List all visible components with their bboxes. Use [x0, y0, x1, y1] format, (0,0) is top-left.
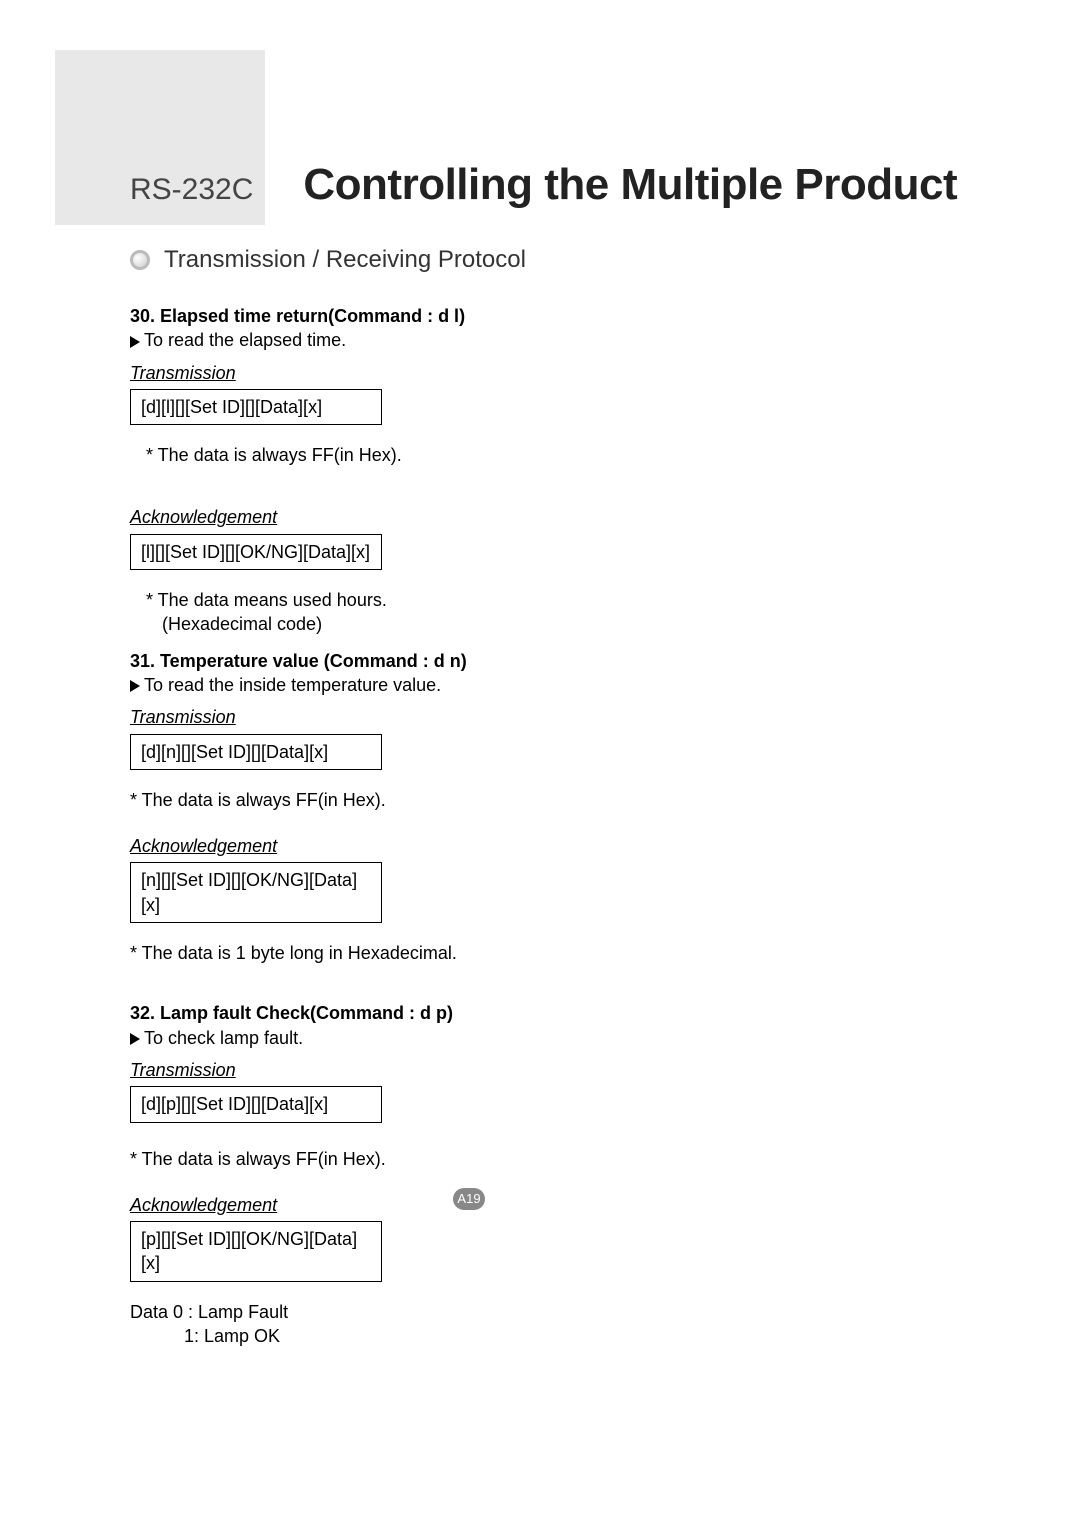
content-area: 30. Elapsed time return(Command : d l) T…	[130, 298, 950, 1348]
transmission-box: [d][n][][Set ID][][Data][x]	[130, 734, 382, 770]
command-title: 32. Lamp fault Check(Command : d p)	[130, 1001, 950, 1025]
arrow-icon	[130, 1033, 140, 1045]
tx-note: * The data is always FF(in Hex).	[146, 443, 950, 467]
page-header: RS-232C Controlling the Multiple Product	[130, 160, 957, 210]
tx-note: * The data is always FF(in Hex).	[130, 1147, 950, 1171]
ack-box: [n][][Set ID][][OK/NG][Data][x]	[130, 862, 382, 923]
ack-note: * The data is 1 byte long in Hexadecimal…	[130, 941, 950, 965]
ack-data-line2: 1: Lamp OK	[184, 1324, 950, 1348]
transmission-label: Transmission	[130, 705, 950, 729]
arrow-icon	[130, 336, 140, 348]
ack-label: Acknowledgement	[130, 505, 950, 529]
transmission-label: Transmission	[130, 1058, 950, 1082]
command-desc-text: To read the elapsed time.	[144, 330, 346, 350]
command-title: 31. Temperature value (Command : d n)	[130, 649, 950, 673]
ack-note: * The data means used hours.	[146, 588, 950, 612]
header-prefix: RS-232C	[130, 173, 253, 207]
ack-label: Acknowledgement	[130, 834, 950, 858]
command-desc: To read the inside temperature value.	[130, 673, 950, 697]
section-title: Transmission / Receiving Protocol	[164, 246, 526, 274]
header-title: Controlling the Multiple Product	[303, 160, 957, 210]
bullet-icon	[130, 250, 150, 270]
ack-box: [l][][Set ID][][OK/NG][Data][x]	[130, 534, 382, 570]
ack-box: [p][][Set ID][][OK/NG][Data][x]	[130, 1221, 382, 1282]
tx-note: * The data is always FF(in Hex).	[130, 788, 950, 812]
command-desc-text: To read the inside temperature value.	[144, 675, 441, 695]
ack-label: Acknowledgement	[130, 1193, 950, 1217]
transmission-box: [d][l][][Set ID][][Data][x]	[130, 389, 382, 425]
page-number: A19	[453, 1188, 485, 1210]
command-desc-text: To check lamp fault.	[144, 1028, 303, 1048]
ack-data: Data 0 : Lamp Fault	[130, 1300, 950, 1324]
arrow-icon	[130, 680, 140, 692]
command-desc: To read the elapsed time.	[130, 328, 950, 352]
ack-note-line2: (Hexadecimal code)	[162, 612, 950, 636]
command-desc: To check lamp fault.	[130, 1026, 950, 1050]
transmission-label: Transmission	[130, 361, 950, 385]
command-title: 30. Elapsed time return(Command : d l)	[130, 304, 950, 328]
transmission-box: [d][p][][Set ID][][Data][x]	[130, 1086, 382, 1122]
section-header: Transmission / Receiving Protocol	[130, 246, 526, 274]
